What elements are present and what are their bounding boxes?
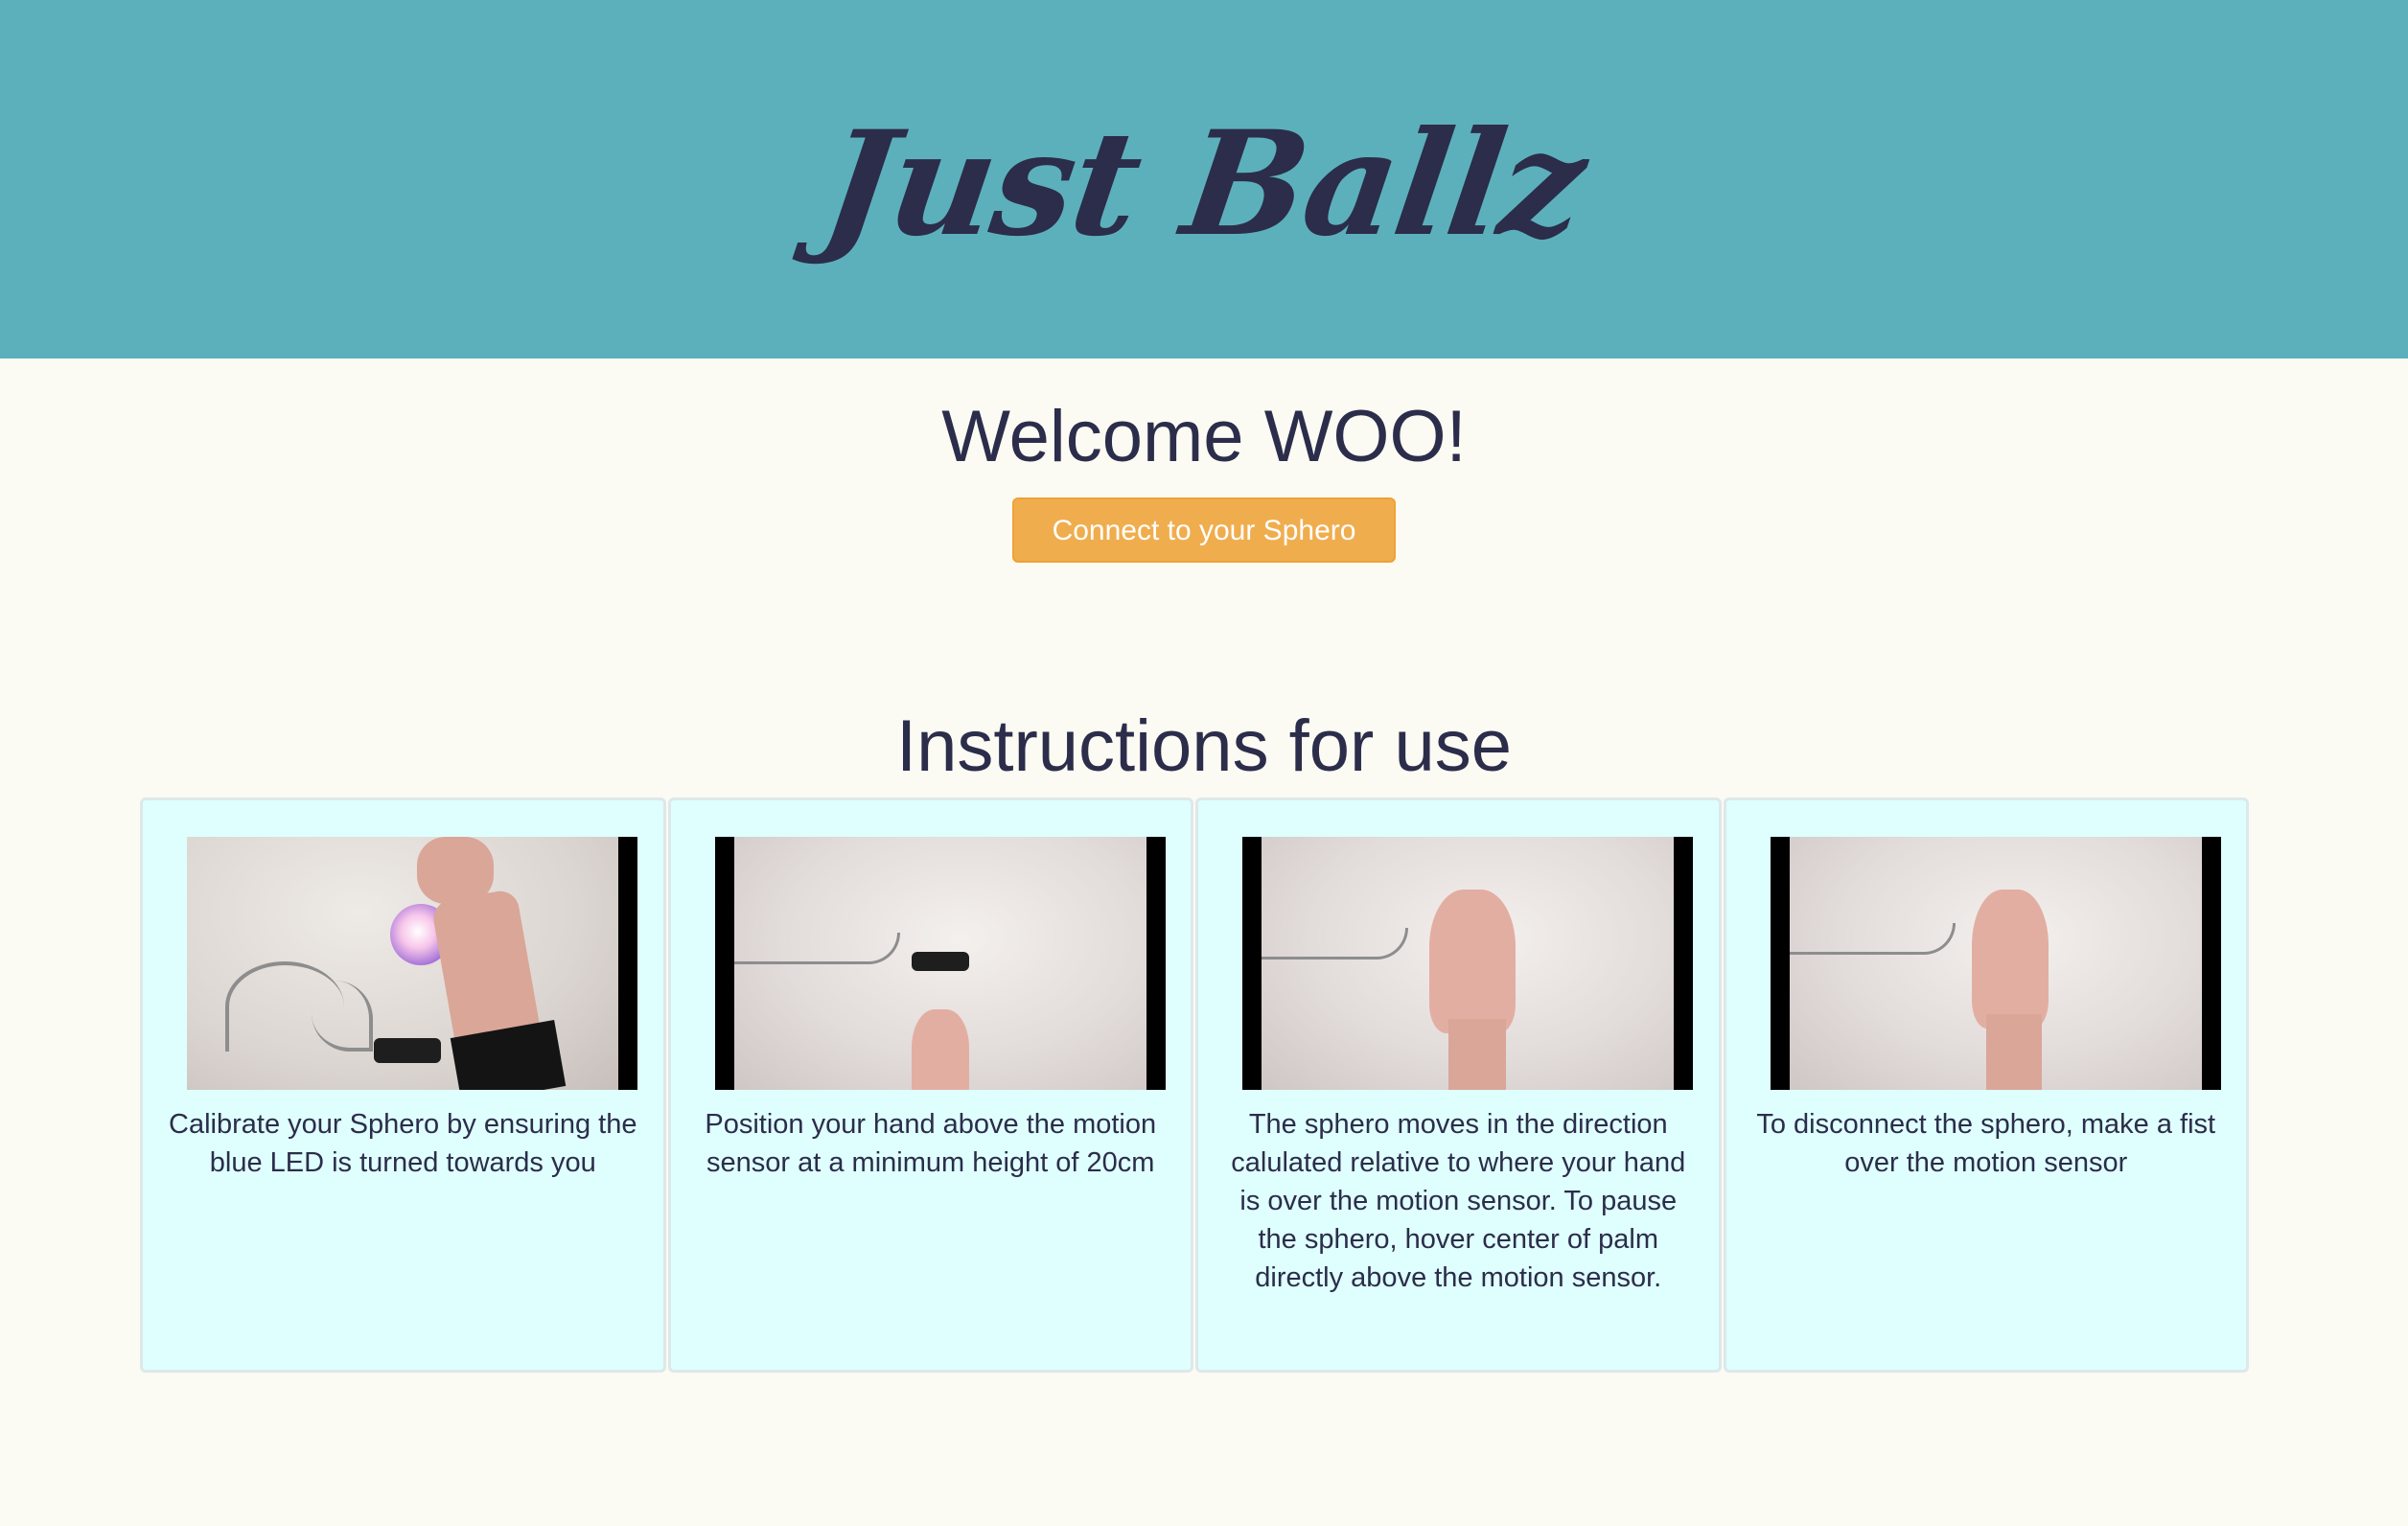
- site-header: Just Ballz: [0, 0, 2408, 358]
- welcome-heading: Welcome WOO!: [941, 396, 1467, 477]
- instruction-cards: Calibrate your Sphero by ensuring the bl…: [140, 798, 2249, 1373]
- calibrate-photo: [187, 837, 637, 1090]
- position-hand-photo: [714, 837, 1166, 1090]
- move-sphero-photo: [1242, 837, 1693, 1090]
- step-caption: Calibrate your Sphero by ensuring the bl…: [169, 1109, 637, 1178]
- connect-sphero-button[interactable]: Connect to your Sphero: [1012, 497, 1396, 564]
- instruction-card-move: The sphero moves in the direction calula…: [1195, 798, 1722, 1373]
- site-logo: Just Ballz: [814, 100, 1594, 268]
- instruction-card-calibrate: Calibrate your Sphero by ensuring the bl…: [140, 798, 666, 1373]
- step-caption: Position your hand above the motion sens…: [705, 1109, 1157, 1178]
- step-caption: The sphero moves in the direction calula…: [1231, 1109, 1686, 1293]
- instructions-heading: Instructions for use: [895, 705, 1513, 788]
- disconnect-photo: [1770, 837, 2221, 1090]
- instruction-card-position-hand: Position your hand above the motion sens…: [667, 798, 1193, 1373]
- step-caption: To disconnect the sphero, make a fist ov…: [1756, 1109, 2216, 1178]
- connect-button-wrapper: Connect to your Sphero: [0, 497, 2408, 564]
- instruction-card-disconnect: To disconnect the sphero, make a fist ov…: [1723, 798, 2249, 1373]
